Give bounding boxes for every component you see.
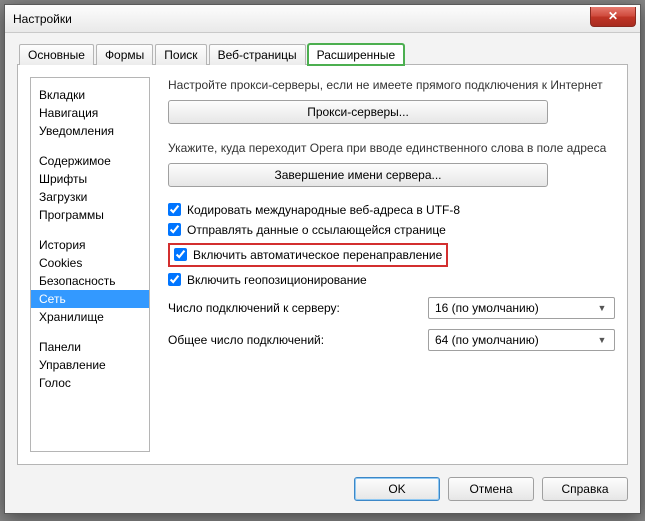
sidebar-item[interactable]: Вкладки bbox=[31, 86, 149, 104]
sidebar-item[interactable]: Уведомления bbox=[31, 122, 149, 140]
connections-total-combo[interactable]: 64 (по умолчанию) ▼ bbox=[428, 329, 615, 351]
settings-window: Настройки ✕ Основные Формы Поиск Веб-стр… bbox=[4, 4, 641, 514]
checkbox-redirect-label: Включить автоматическое перенаправление bbox=[193, 248, 442, 262]
tab-main[interactable]: Основные bbox=[19, 44, 94, 65]
sidebar-item[interactable]: Хранилище bbox=[31, 308, 149, 326]
connections-server-value: 16 (по умолчанию) bbox=[435, 301, 539, 315]
chevron-down-icon: ▼ bbox=[594, 335, 610, 345]
connections-total-value: 64 (по умолчанию) bbox=[435, 333, 539, 347]
close-icon: ✕ bbox=[608, 10, 618, 22]
sidebar-item[interactable]: История bbox=[31, 236, 149, 254]
window-title: Настройки bbox=[13, 12, 72, 26]
sidebar-item[interactable]: Содержимое bbox=[31, 152, 149, 170]
checkbox-row-utf8: Кодировать международные веб-адреса в UT… bbox=[168, 203, 615, 217]
close-button[interactable]: ✕ bbox=[590, 7, 636, 27]
tab-panel: ВкладкиНавигацияУведомленияСодержимоеШри… bbox=[17, 65, 628, 465]
sidebar-item[interactable]: Безопасность bbox=[31, 272, 149, 290]
sidebar-group: СодержимоеШрифтыЗагрузкиПрограммы bbox=[31, 150, 149, 234]
sidebar-item[interactable]: Голос bbox=[31, 374, 149, 392]
field-connections-total: Общее число подключений: 64 (по умолчани… bbox=[168, 329, 615, 351]
connections-total-label: Общее число подключений: bbox=[168, 333, 428, 347]
chevron-down-icon: ▼ bbox=[594, 303, 610, 313]
server-completion-button[interactable]: Завершение имени сервера... bbox=[168, 163, 548, 187]
checkbox-row-referer: Отправлять данные о ссылающейся странице bbox=[168, 223, 615, 237]
checkbox-referer-label: Отправлять данные о ссылающейся странице bbox=[187, 223, 446, 237]
titlebar: Настройки ✕ bbox=[5, 5, 640, 33]
help-button[interactable]: Справка bbox=[542, 477, 628, 501]
proxy-description: Настройте прокси-серверы, если не имеете… bbox=[168, 77, 615, 94]
tabstrip: Основные Формы Поиск Веб-страницы Расшир… bbox=[17, 43, 628, 65]
checkbox-geo-label: Включить геопозиционирование bbox=[187, 273, 367, 287]
redirect-highlight: Включить автоматическое перенаправление bbox=[168, 243, 448, 267]
checkbox-geo[interactable] bbox=[168, 273, 181, 286]
sidebar-item[interactable]: Загрузки bbox=[31, 188, 149, 206]
sidebar-item[interactable]: Сеть bbox=[31, 290, 149, 308]
content-area: Настройте прокси-серверы, если не имеете… bbox=[168, 77, 615, 452]
sidebar-item[interactable]: Панели bbox=[31, 338, 149, 356]
checkbox-utf8[interactable] bbox=[168, 203, 181, 216]
sidebar-item[interactable]: Навигация bbox=[31, 104, 149, 122]
sidebar-group: ПанелиУправлениеГолос bbox=[31, 336, 149, 402]
sidebar-item[interactable]: Cookies bbox=[31, 254, 149, 272]
sidebar-item[interactable]: Управление bbox=[31, 356, 149, 374]
ok-button[interactable]: OK bbox=[354, 477, 440, 501]
dialog-footer: OK Отмена Справка bbox=[17, 465, 628, 501]
field-connections-server: Число подключений к серверу: 16 (по умол… bbox=[168, 297, 615, 319]
checkbox-utf8-label: Кодировать международные веб-адреса в UT… bbox=[187, 203, 460, 217]
proxy-servers-button[interactable]: Прокси-серверы... bbox=[168, 100, 548, 124]
sidebar-group: ВкладкиНавигацияУведомления bbox=[31, 84, 149, 150]
tab-forms[interactable]: Формы bbox=[96, 44, 153, 65]
sidebar: ВкладкиНавигацияУведомленияСодержимоеШри… bbox=[30, 77, 150, 452]
cancel-button[interactable]: Отмена bbox=[448, 477, 534, 501]
checkbox-row-geo: Включить геопозиционирование bbox=[168, 273, 615, 287]
sidebar-group: ИсторияCookiesБезопасностьСетьХранилище bbox=[31, 234, 149, 336]
checkbox-referer[interactable] bbox=[168, 223, 181, 236]
connections-server-label: Число подключений к серверу: bbox=[168, 301, 428, 315]
client-area: Основные Формы Поиск Веб-страницы Расшир… bbox=[5, 33, 640, 513]
tab-search[interactable]: Поиск bbox=[155, 44, 206, 65]
checkbox-redirect[interactable] bbox=[174, 248, 187, 261]
sidebar-item[interactable]: Программы bbox=[31, 206, 149, 224]
checkbox-row-redirect: Включить автоматическое перенаправление bbox=[168, 243, 615, 267]
server-completion-description: Укажите, куда переходит Opera при вводе … bbox=[168, 140, 615, 157]
connections-server-combo[interactable]: 16 (по умолчанию) ▼ bbox=[428, 297, 615, 319]
sidebar-item[interactable]: Шрифты bbox=[31, 170, 149, 188]
tab-advanced[interactable]: Расширенные bbox=[308, 44, 405, 65]
tab-webpages[interactable]: Веб-страницы bbox=[209, 44, 306, 65]
